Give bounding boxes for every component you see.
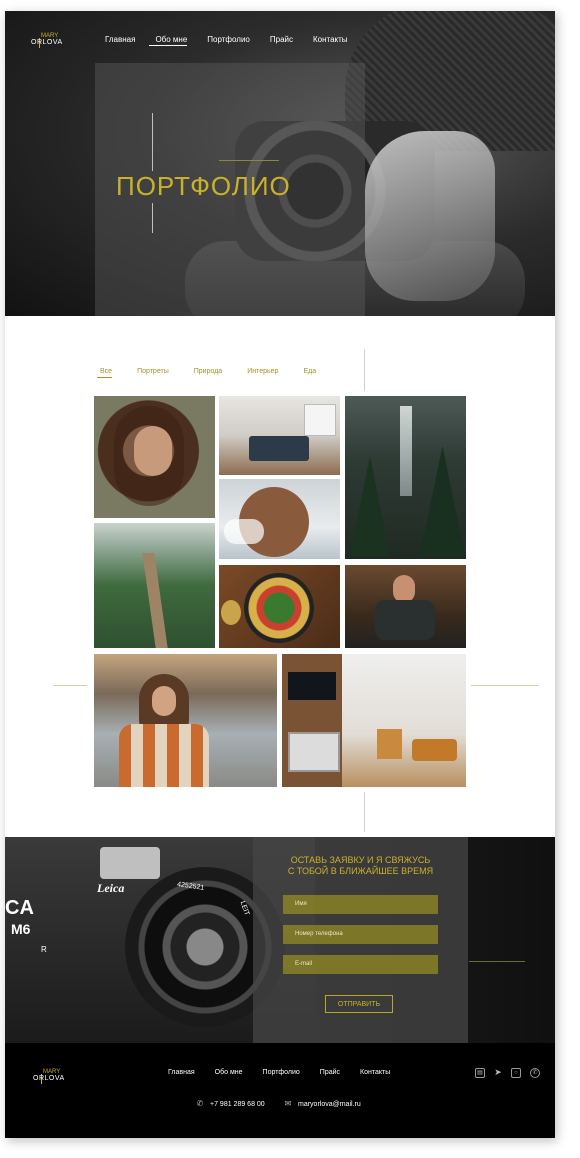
section-deco-line xyxy=(53,685,87,686)
form-title-line1: ОСТАВЬ ЗАЯВКУ И Я СВЯЖУСЬ xyxy=(290,855,431,865)
email-text: maryorlova@mail.ru xyxy=(298,1100,361,1108)
logo-text-last: ORLOVA xyxy=(31,39,63,46)
camera-brand-text: Leica xyxy=(97,881,125,895)
submit-button[interactable]: ОТПРАВИТЬ xyxy=(325,995,393,1013)
form-title-line2: С ТОБОЙ В БЛИЖАЙШЕЕ ВРЕМЯ xyxy=(287,866,434,876)
hero-deco-line xyxy=(152,203,153,233)
nav-contacts[interactable]: Контакты xyxy=(313,35,348,44)
nav-price[interactable]: Прайс xyxy=(270,35,293,44)
nav-about[interactable]: Обо мне xyxy=(149,35,187,46)
telegram-icon[interactable]: ➤ xyxy=(494,1068,502,1077)
photo-man-water[interactable] xyxy=(219,479,340,559)
photo-waterfall-forest[interactable] xyxy=(345,396,466,559)
email-field[interactable]: E-mail xyxy=(283,955,438,974)
section-deco-line xyxy=(469,961,525,962)
whatsapp-icon[interactable]: ✆ xyxy=(530,1068,540,1078)
footer-nav-contacts[interactable]: Контакты xyxy=(360,1069,390,1076)
footer-nav-price[interactable]: Прайс xyxy=(320,1069,340,1076)
hero-photo-hand xyxy=(365,131,495,301)
footer-phone[interactable]: ✆ +7 981 289 68 00 xyxy=(195,1099,265,1109)
photo-mountain-path[interactable] xyxy=(94,523,215,648)
section-deco-line xyxy=(471,685,539,686)
photo-woman-chair[interactable] xyxy=(345,565,466,648)
footer-nav-home[interactable]: Главная xyxy=(168,1069,195,1076)
footer-logo[interactable]: MARY ORLOVA xyxy=(33,1069,73,1089)
camera-model-text: CA xyxy=(5,897,34,919)
photo-interior-dining[interactable] xyxy=(219,396,340,475)
section-deco-line xyxy=(364,792,365,832)
instagram-icon[interactable]: ○ xyxy=(511,1068,521,1078)
portfolio-filters: Все Портреты Природа Интерьер Еда xyxy=(96,368,341,378)
phone-field[interactable]: Номер телефона xyxy=(283,925,438,944)
logo-text-last: ORLOVA xyxy=(33,1075,65,1082)
footer-nav-about[interactable]: Обо мне xyxy=(215,1069,243,1076)
contact-form: ОСТАВЬ ЗАЯВКУ И Я СВЯЖУСЬ С ТОБОЙ В БЛИЖ… xyxy=(253,837,468,1043)
mail-icon: ✉ xyxy=(284,1099,292,1108)
vk-icon[interactable]: ▤ xyxy=(475,1068,485,1078)
logo[interactable]: MARY ORLOVA xyxy=(31,33,71,53)
contact-section: CA M6 R Leica 4252521 LEIT ОСТАВЬ ЗАЯВКУ… xyxy=(5,837,555,1043)
nav-portfolio[interactable]: Портфолио xyxy=(207,35,250,44)
social-links: ▤ ➤ ○ ✆ xyxy=(475,1068,549,1078)
footer-email[interactable]: ✉ maryorlova@mail.ru xyxy=(283,1099,361,1109)
camera-photo-top xyxy=(100,847,160,879)
filter-interior[interactable]: Интерьер xyxy=(247,368,278,375)
camera-model-text: M6 xyxy=(11,921,31,937)
camera-model-text: R xyxy=(41,945,47,954)
hero-deco-line xyxy=(152,113,153,171)
hero-section: ПОРТФОЛИО MARY ORLOVA Главная Обо мне По… xyxy=(5,11,555,316)
phone-text: +7 981 289 68 00 xyxy=(210,1100,265,1108)
phone-icon: ✆ xyxy=(196,1099,204,1108)
main-nav: Главная Обо мне Портфолио Прайс Контакты xyxy=(105,35,368,46)
photo-food-bowl[interactable] xyxy=(219,565,340,648)
section-deco-line xyxy=(364,349,365,391)
nav-home[interactable]: Главная xyxy=(105,35,135,44)
filter-nature[interactable]: Природа xyxy=(194,368,222,375)
filter-food[interactable]: Еда xyxy=(303,368,316,375)
photo-interior-living[interactable] xyxy=(282,654,466,787)
filter-portraits[interactable]: Портреты xyxy=(137,368,169,375)
footer-nav: Главная Обо мне Портфолио Прайс Контакты xyxy=(168,1069,410,1076)
page-title: ПОРТФОЛИО xyxy=(116,171,291,201)
name-field[interactable]: Имя xyxy=(283,895,438,914)
footer-nav-portfolio[interactable]: Портфолио xyxy=(263,1069,300,1076)
footer: MARY ORLOVA Главная Обо мне Портфолио Пр… xyxy=(5,1043,555,1138)
page: ПОРТФОЛИО MARY ORLOVA Главная Обо мне По… xyxy=(5,11,555,1138)
photo-woman-beach[interactable] xyxy=(94,654,277,787)
hero-deco-line xyxy=(219,160,279,161)
filter-all[interactable]: Все xyxy=(96,368,113,378)
photo-portrait-woman[interactable] xyxy=(94,396,215,518)
